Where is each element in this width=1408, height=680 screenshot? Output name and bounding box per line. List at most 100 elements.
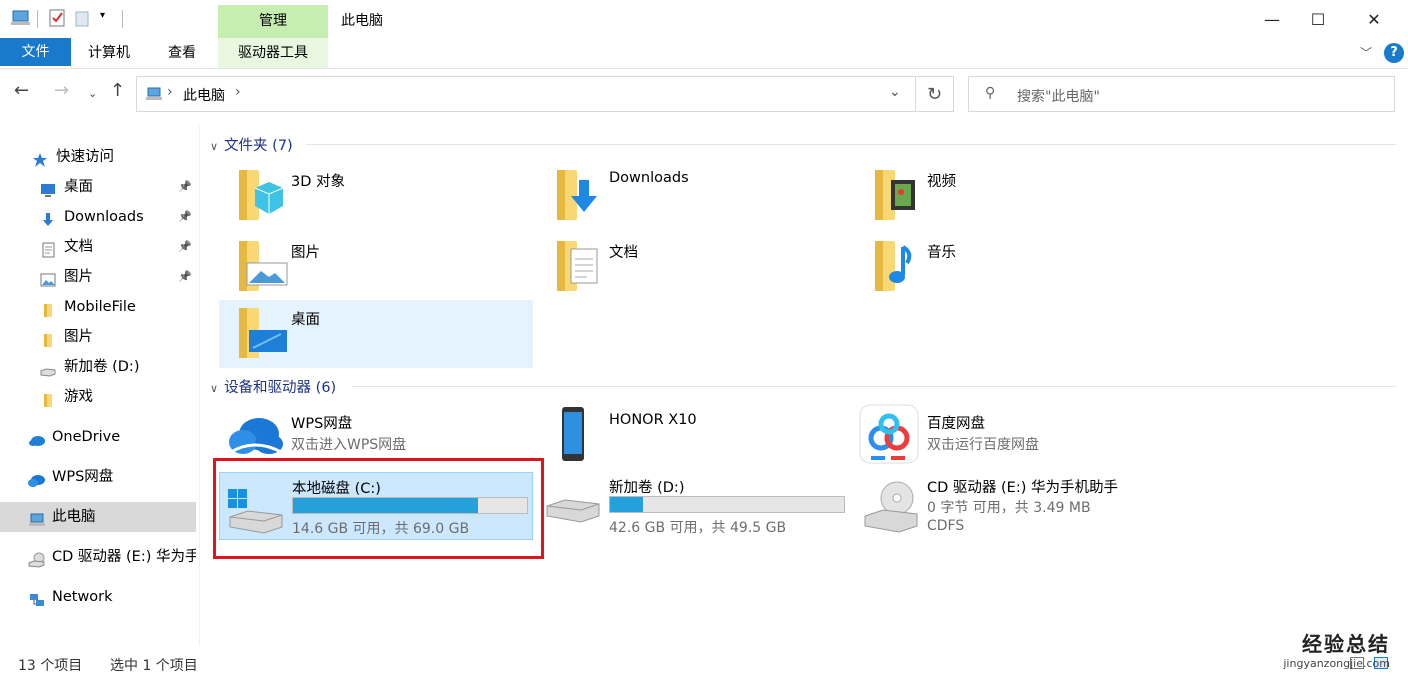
- baidu-cloud-icon: [859, 404, 919, 464]
- drive-space: 0 字节 可用，共 3.49 MB: [927, 500, 1091, 516]
- computer-icon: [28, 509, 45, 526]
- sidebar-item-label: 此电脑: [52, 509, 96, 525]
- search-input[interactable]: ⚲ 搜索"此电脑": [968, 76, 1395, 112]
- device-honor-phone[interactable]: HONOR X10: [537, 404, 851, 472]
- sidebar-item-4[interactable]: 图片 📌: [0, 262, 196, 292]
- navigation-pane[interactable]: 快速访问 桌面 📌 Downloads 📌 文档 📌 图片 📌 MobileFile 图片 新加卷 (…: [0, 126, 198, 646]
- tab-drive-tools[interactable]: 驱动器工具: [218, 38, 328, 68]
- sidebar-item-11[interactable]: 此电脑: [0, 502, 196, 532]
- new-folder-icon[interactable]: [74, 8, 90, 32]
- sidebar-item-label: 游戏: [64, 389, 93, 405]
- chevron-down-icon: ∨: [210, 382, 219, 395]
- pin-icon: 📌: [178, 240, 192, 253]
- up-icon[interactable]: ↑: [110, 80, 125, 101]
- folder-item[interactable]: 文档: [537, 233, 851, 301]
- address-dropdown-icon[interactable]: ⌄: [889, 84, 901, 100]
- sidebar-item-13[interactable]: Network: [0, 582, 196, 612]
- watermark-title: 经验总结: [1302, 632, 1390, 656]
- help-icon[interactable]: ?: [1384, 43, 1404, 63]
- status-item-count: 13 个项目: [18, 658, 83, 674]
- pin-icon: 📌: [178, 210, 192, 223]
- sidebar-item-10[interactable]: WPS网盘: [0, 462, 196, 492]
- device-name: WPS网盘: [291, 416, 353, 432]
- breadcrumb-this-pc[interactable]: 此电脑: [183, 85, 225, 105]
- chevron-right-icon[interactable]: ›: [235, 84, 241, 100]
- back-icon[interactable]: ←: [14, 80, 29, 101]
- drive-e-cd[interactable]: CD 驱动器 (E:) 华为手机助手 0 字节 可用，共 3.49 MB CDF…: [855, 472, 1169, 540]
- device-baidu-cloud[interactable]: 百度网盘 双击运行百度网盘: [855, 404, 1169, 472]
- wps-cloud-icon: [229, 418, 283, 454]
- sidebar-item-label: CD 驱动器 (E:) 华为手: [52, 549, 196, 565]
- sidebar-item-1[interactable]: 桌面 📌: [0, 172, 196, 202]
- desktop-folder-icon: [239, 308, 287, 358]
- status-selected-count: 选中 1 个项目: [110, 658, 198, 674]
- sidebar-item-0[interactable]: 快速访问: [0, 142, 196, 172]
- music-folder-icon: [875, 241, 912, 291]
- drive-icon: [546, 499, 600, 523]
- folder-icon: [40, 299, 56, 317]
- close-button[interactable]: ✕: [1340, 0, 1408, 38]
- drive-d[interactable]: 新加卷 (D:) 42.6 GB 可用，共 49.5 GB: [537, 472, 851, 540]
- sidebar-item-8[interactable]: 游戏: [0, 382, 196, 412]
- sidebar-item-3[interactable]: 文档 📌: [0, 232, 196, 262]
- computer-icon: [145, 85, 163, 107]
- sidebar-item-7[interactable]: 新加卷 (D:): [0, 352, 196, 382]
- sidebar-item-2[interactable]: Downloads 📌: [0, 202, 196, 232]
- folder-item[interactable]: 桌面: [219, 300, 533, 368]
- drive-space: 42.6 GB 可用，共 49.5 GB: [609, 520, 787, 536]
- sidebar-item-label: Downloads: [64, 209, 144, 225]
- group-header-devices[interactable]: ∨ 设备和驱动器 (6): [210, 376, 336, 397]
- device-name: 百度网盘: [927, 416, 985, 432]
- sidebar-item-5[interactable]: MobileFile: [0, 292, 196, 322]
- group-header-folders[interactable]: ∨ 文件夹 (7): [210, 134, 293, 155]
- sidebar-item-label: WPS网盘: [52, 469, 114, 485]
- address-bar[interactable]: › 此电脑 › ⌄: [136, 76, 916, 112]
- sidebar-item-label: 新加卷 (D:): [64, 359, 140, 375]
- window-title: 此电脑: [341, 13, 383, 29]
- computer-icon[interactable]: [10, 8, 32, 32]
- sidebar-item-12[interactable]: CD 驱动器 (E:) 华为手: [0, 542, 196, 572]
- tab-file[interactable]: 文件: [0, 38, 71, 66]
- folder-name: 图片: [291, 245, 320, 261]
- refresh-button[interactable]: ↻: [916, 76, 954, 112]
- properties-icon[interactable]: [48, 8, 66, 32]
- folder-name: 3D 对象: [291, 174, 345, 190]
- sidebar-item-9[interactable]: OneDrive: [0, 422, 196, 452]
- download-icon: [40, 209, 56, 226]
- downloads-folder-icon: [557, 170, 597, 220]
- recent-locations-icon[interactable]: ⌄: [88, 87, 97, 100]
- sidebar-item-label: 快速访问: [56, 149, 114, 165]
- folder-item[interactable]: 视频: [855, 162, 1169, 230]
- drive-name: 新加卷 (D:): [609, 480, 685, 496]
- expand-ribbon-icon[interactable]: ﹀: [1360, 44, 1372, 61]
- device-name: HONOR X10: [609, 412, 697, 428]
- folder-name: 视频: [927, 174, 956, 190]
- sidebar-item-label: 桌面: [64, 179, 93, 195]
- folder-item[interactable]: 音乐: [855, 233, 1169, 301]
- tab-computer[interactable]: 计算机: [88, 38, 130, 68]
- desktop-icon: [40, 179, 56, 197]
- folder-item[interactable]: Downloads: [537, 162, 851, 230]
- device-desc: 双击运行百度网盘: [927, 437, 1039, 453]
- cd-icon: [28, 549, 45, 568]
- document-icon: [40, 239, 56, 258]
- pin-icon: 📌: [178, 180, 192, 193]
- network-icon: [28, 589, 44, 606]
- search-placeholder: 搜索"此电脑": [1017, 89, 1100, 105]
- tab-view[interactable]: 查看: [168, 38, 196, 68]
- folder-item[interactable]: 图片: [219, 233, 533, 301]
- context-tab-manage[interactable]: 管理: [218, 5, 328, 38]
- chevron-right-icon[interactable]: ›: [167, 84, 173, 100]
- folder-item[interactable]: 3D 对象: [219, 162, 533, 230]
- device-desc: 双击进入WPS网盘: [291, 437, 407, 453]
- forward-icon[interactable]: →: [54, 80, 69, 101]
- chevron-down-icon: ∨: [210, 140, 219, 153]
- folder-name: 桌面: [291, 312, 320, 328]
- customize-qat-icon[interactable]: ▾: [100, 10, 105, 21]
- sidebar-item-6[interactable]: 图片: [0, 322, 196, 352]
- pictures-folder-icon: [239, 241, 288, 291]
- videos-folder-icon: [875, 170, 915, 220]
- drive-name: CD 驱动器 (E:) 华为手机助手: [927, 480, 1118, 496]
- search-icon: ⚲: [985, 85, 996, 101]
- folder-icon: [40, 329, 56, 347]
